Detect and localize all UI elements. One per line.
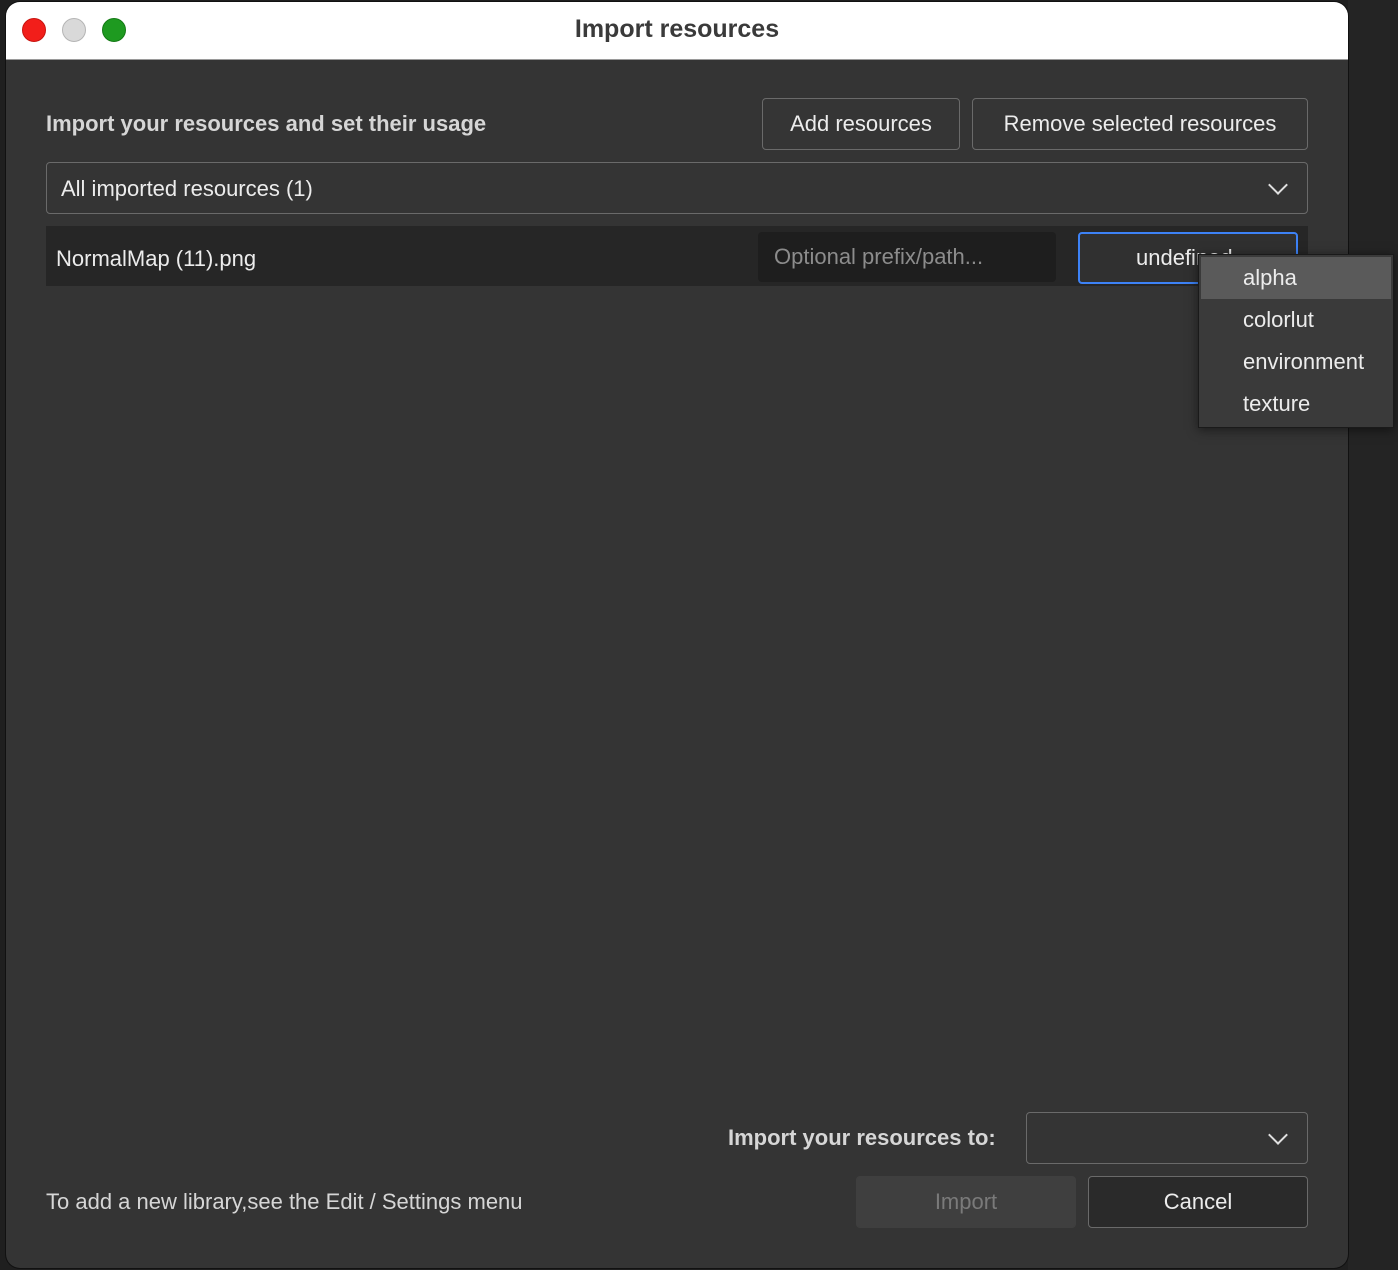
chevron-down-icon — [1268, 1125, 1288, 1145]
resource-row[interactable]: NormalMap (11).png undefined — [46, 226, 1308, 286]
prefix-path-input[interactable] — [758, 232, 1056, 282]
import-button[interactable]: Import — [856, 1176, 1076, 1228]
add-resources-button[interactable]: Add resources — [762, 98, 960, 150]
background-window — [1348, 0, 1398, 1270]
window-title: Import resources — [574, 15, 780, 43]
cancel-button[interactable]: Cancel — [1088, 1176, 1308, 1228]
resource-filter-select[interactable]: All imported resources (1) — [46, 162, 1308, 214]
usage-option-texture[interactable]: texture — [1201, 383, 1391, 425]
resource-filename: NormalMap (11).png — [56, 246, 257, 271]
title-bar: Import resources — [6, 2, 1348, 60]
remove-selected-resources-button[interactable]: Remove selected resources — [972, 98, 1308, 150]
resource-filter-value: All imported resources (1) — [61, 176, 313, 201]
destination-label: Import your resources to: — [728, 1125, 996, 1150]
import-resources-dialog: Import resources Import your resources a… — [6, 2, 1348, 1268]
usage-option-environment[interactable]: environment — [1201, 341, 1391, 383]
chevron-down-icon — [1268, 175, 1288, 195]
usage-option-alpha[interactable]: alpha — [1201, 257, 1391, 299]
library-settings-note: To add a new library,see the Edit / Sett… — [46, 1189, 523, 1214]
destination-library-select[interactable] — [1026, 1112, 1308, 1164]
usage-dropdown-menu: alpha colorlut environment texture — [1198, 254, 1394, 428]
section-heading: Import your resources and set their usag… — [46, 111, 487, 136]
usage-option-colorlut[interactable]: colorlut — [1201, 299, 1391, 341]
